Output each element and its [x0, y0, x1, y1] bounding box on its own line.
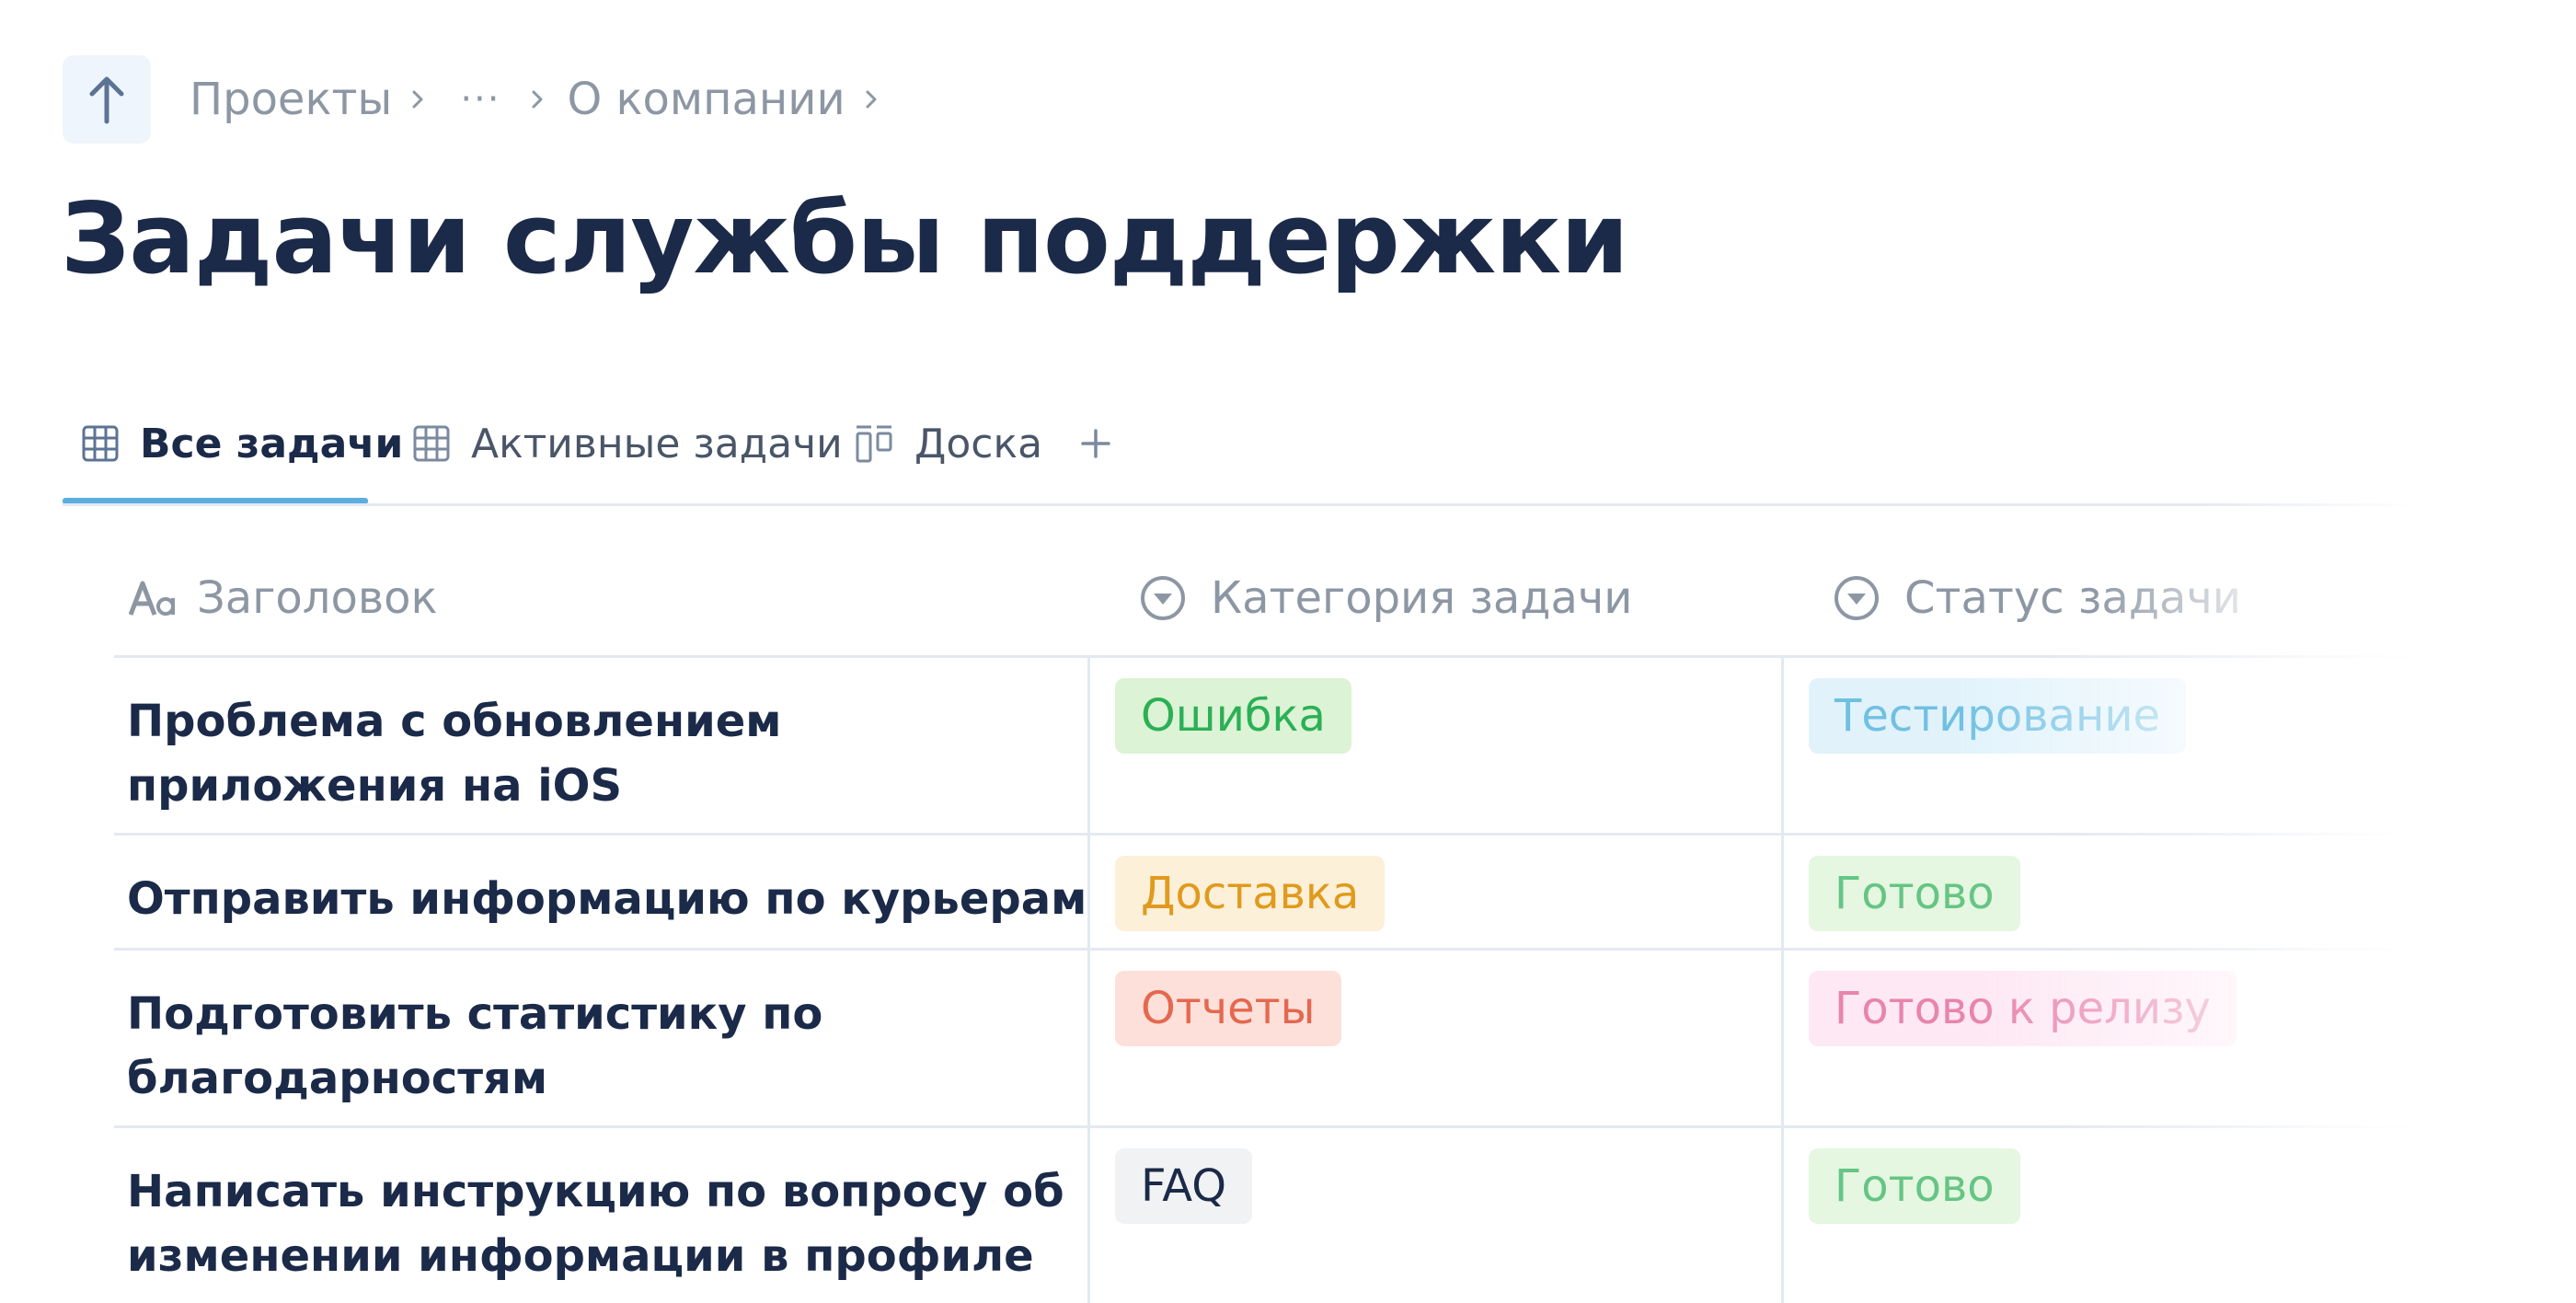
row-divider-fade [2046, 1125, 2432, 1128]
status-tag[interactable]: Готово к релизу [1809, 971, 2237, 1046]
row-divider-fade [2046, 655, 2432, 658]
select-dropdown-icon [1141, 576, 1185, 620]
view-tabs: Все задачи Активные задачи Доска [63, 386, 2418, 506]
column-header-label: Категория задачи [1211, 572, 1633, 624]
column-divider [1781, 658, 1784, 833]
column-divider [1087, 658, 1090, 833]
plus-icon [1081, 429, 1110, 458]
chevron-right-icon [862, 86, 880, 112]
tab-label: Активные задачи [471, 420, 843, 467]
column-header-title[interactable]: Заголовок [129, 541, 437, 655]
task-title[interactable]: Отправить информацию по курьерам [127, 867, 1102, 931]
task-title[interactable]: Подготовить статистику по благодарностям [127, 982, 1102, 1111]
page-title: Задачи службы поддержки [61, 182, 1628, 295]
table-row[interactable]: Отправить информацию по курьерам Доставк… [114, 833, 2432, 948]
column-divider [1087, 1128, 1090, 1303]
tab-board[interactable]: Доска [854, 386, 1042, 501]
board-columns-icon [856, 425, 892, 463]
column-header-label: Статус задачи [1904, 572, 2241, 624]
column-header-category[interactable]: Категория задачи [1139, 541, 1632, 655]
breadcrumb-item-about-company[interactable]: О компании [567, 74, 845, 125]
row-divider-fade [2046, 948, 2432, 951]
status-tag[interactable]: Готово [1809, 856, 2020, 931]
tab-label: Все задачи [140, 420, 404, 467]
task-title[interactable]: Проблема с обновлением приложения на iOS [127, 689, 1102, 818]
column-header-status[interactable]: Статус задачи [1833, 541, 2241, 655]
table-row[interactable]: Проблема с обновлением приложения на iOS… [114, 655, 2432, 833]
column-divider [1087, 836, 1090, 948]
text-aa-icon [129, 581, 175, 616]
row-divider-fade [2046, 833, 2432, 836]
category-tag[interactable]: Ошибка [1115, 678, 1351, 754]
tab-all-tasks[interactable]: Все задачи [81, 386, 403, 501]
task-title[interactable]: Написать инструкцию по вопросу об измене… [127, 1159, 1102, 1288]
add-view-button[interactable] [1070, 418, 1121, 473]
column-divider [1087, 951, 1090, 1125]
chevron-right-icon [408, 86, 427, 112]
category-tag[interactable]: FAQ [1115, 1148, 1252, 1224]
table-header: Заголовок Категория задачи Статус задачи [114, 541, 2432, 655]
column-header-label: Заголовок [197, 572, 438, 624]
column-divider [1781, 836, 1784, 948]
arrow-up-icon [89, 76, 124, 124]
category-tag[interactable]: Отчеты [1115, 971, 1341, 1046]
status-tag[interactable]: Тестирование [1809, 678, 2187, 754]
column-divider [1781, 1128, 1784, 1303]
breadcrumb-collapsed-items[interactable]: ··· [460, 78, 500, 121]
tab-active-tasks[interactable]: Активные задачи [412, 386, 843, 501]
column-divider [1781, 951, 1784, 1125]
table-row[interactable]: Подготовить статистику по благодарностям… [114, 948, 2432, 1125]
category-tag[interactable]: Доставка [1115, 856, 1386, 931]
tab-label: Доска [914, 420, 1043, 467]
tabs-divider [63, 503, 2418, 506]
select-dropdown-icon [1834, 576, 1879, 620]
table-row[interactable]: Написать инструкцию по вопросу об измене… [114, 1125, 2432, 1303]
table-grid-icon [413, 425, 450, 462]
breadcrumb-item-projects[interactable]: Проекты [190, 74, 392, 125]
table-grid-icon [82, 425, 119, 462]
breadcrumb: Проекты ··· О компании [63, 55, 880, 144]
navigate-up-button[interactable] [63, 55, 151, 144]
status-tag[interactable]: Готово [1809, 1148, 2020, 1224]
chevron-right-icon [528, 86, 546, 112]
